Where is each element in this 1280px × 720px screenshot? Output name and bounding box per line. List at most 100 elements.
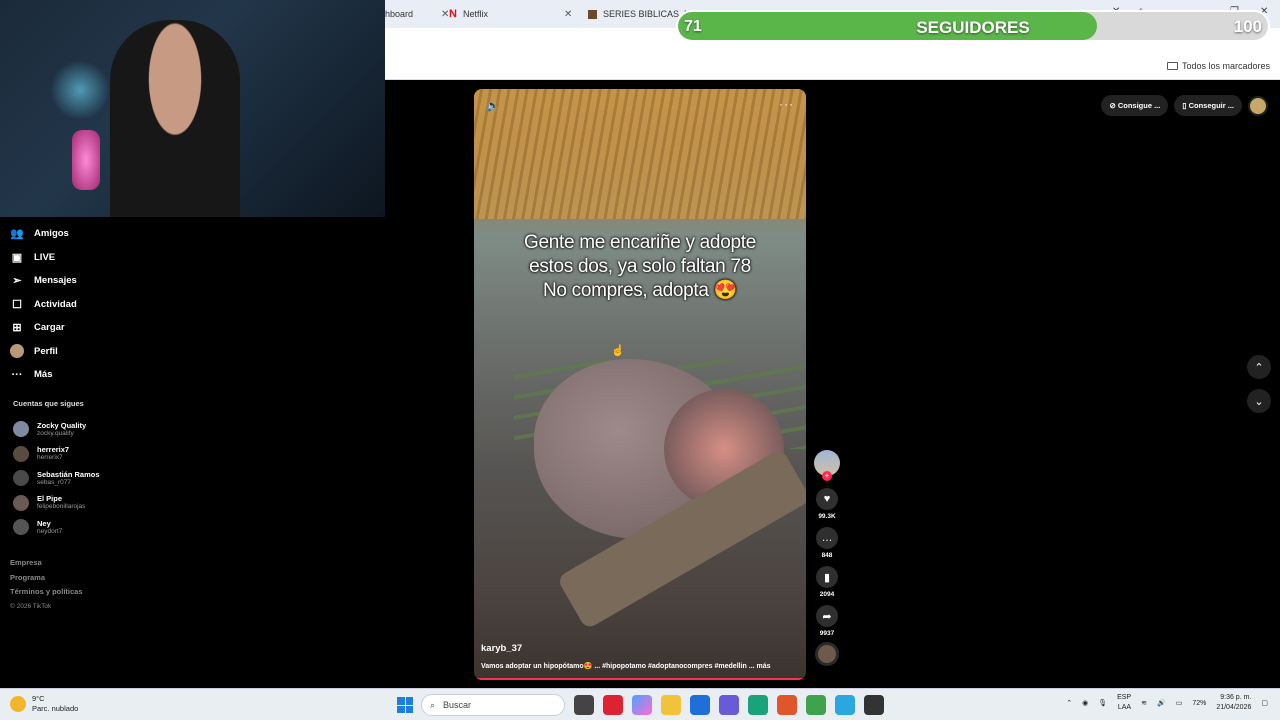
get-app-button[interactable]: ▯ Conseguir ... [1174, 95, 1242, 116]
sidebar-item-cargar[interactable]: ⊞ Cargar [10, 316, 370, 340]
messages-icon: ➢ [12, 275, 22, 288]
account-name: Sebastián Ramos [37, 469, 100, 479]
more-options-icon[interactable]: ··· [779, 97, 794, 111]
teams-icon[interactable] [719, 695, 739, 715]
footer-link-programa[interactable]: Programa [10, 571, 83, 586]
coins-label: Consigue ... [1117, 101, 1161, 110]
netflix-icon: N [449, 8, 457, 20]
series-icon [588, 9, 597, 19]
sidebar-item-mensajes[interactable]: ➢ Mensajes [10, 269, 370, 293]
music-disc-icon[interactable] [815, 642, 839, 666]
video-description[interactable]: Vamos adoptar un hipopótamo😍 ... #hipopo… [481, 662, 771, 670]
defender-icon[interactable] [690, 695, 710, 715]
clock-date: 21/04/2026 [1216, 704, 1252, 711]
video-username[interactable]: karyb_37 [481, 643, 522, 654]
sidebar-footer: Empresa Programa Términos y políticas © … [10, 556, 83, 614]
copyright-text: © 2026 TikTok [10, 602, 52, 610]
edge-icon[interactable] [748, 695, 768, 715]
account-handle: herrerix7 [37, 454, 63, 462]
avatar [13, 494, 29, 511]
battery-icon[interactable]: ▭ [1176, 699, 1183, 707]
list-item[interactable]: El Pipe felipebonillarojas [13, 491, 100, 516]
video-roof [474, 89, 806, 219]
search-icon: ⌕ [430, 699, 436, 710]
video-actions: + ♥ 99.3K … 848 ▮ 2094 ➦ 9937 [813, 450, 841, 666]
clock[interactable]: 9:36 p. m. 21/04/2026 [1216, 693, 1251, 713]
taskbar-search[interactable]: ⌕ Buscar [421, 694, 565, 716]
list-item[interactable]: Zocky Quality zocky.quality [13, 417, 100, 442]
comment-button[interactable]: … [816, 527, 838, 549]
avatar [13, 519, 29, 536]
share-button[interactable]: ➦ [816, 605, 838, 627]
creator-avatar[interactable]: + [814, 450, 840, 481]
volume-icon[interactable]: 🔈 [486, 99, 500, 112]
notifications-icon[interactable]: ▢ [1261, 699, 1268, 707]
wifi-icon[interactable]: ≋ [1141, 699, 1147, 707]
followers-goal: 100 [1233, 17, 1262, 36]
share-icon: ➦ [822, 610, 832, 623]
video-player[interactable]: 🔈 ··· Gente me encariñe y adopte estos d… [474, 89, 806, 680]
weather-widget[interactable]: 9°C Parc. nublado [10, 694, 78, 714]
bookmarks-bar: Todos los marcadores [385, 54, 1280, 80]
sidebar-item-amigos[interactable]: 👥 Amigos [10, 222, 370, 246]
next-video-button[interactable]: ⌄ [1247, 389, 1271, 413]
list-item[interactable]: herrerix7 herrerix7 [13, 442, 100, 467]
windows-start-icon[interactable] [397, 697, 413, 713]
list-item[interactable]: Sebastián Ramos sebas_r077 [13, 466, 100, 491]
like-count: 99.3K [818, 513, 836, 520]
weather-desc: Parc. nublado [32, 704, 79, 713]
footer-link-empresa[interactable]: Empresa [10, 556, 83, 571]
caption-line: estos dos, ya solo faltan 78 [529, 256, 751, 277]
app-l-icon[interactable] [603, 695, 623, 715]
user-avatar[interactable] [1248, 95, 1268, 116]
webcam-overlay [0, 0, 385, 217]
obs-icon[interactable] [864, 695, 884, 715]
bookmarks-label: Todos los marcadores [1181, 61, 1270, 71]
copilot-icon[interactable] [632, 695, 652, 715]
battery-percent: 72% [1192, 699, 1207, 707]
account-handle: sebas_r077 [37, 478, 71, 486]
chevron-up-icon: ⌃ [1254, 361, 1264, 374]
caption-line: No compres, adopta 😍 [542, 280, 738, 301]
chevron-up-icon[interactable]: ⌃ [1066, 699, 1072, 707]
previous-video-button[interactable]: ⌃ [1247, 355, 1271, 379]
get-coins-button[interactable]: ⊘ Consigue ... [1101, 95, 1169, 116]
taskbar-apps [574, 695, 884, 715]
follow-plus-icon[interactable]: + [822, 471, 832, 481]
heart-icon: ♥ [823, 493, 831, 505]
app-label: Conseguir ... [1188, 101, 1234, 110]
app-tray-icon[interactable]: ◉ [1082, 699, 1088, 707]
streamer-figure [110, 20, 240, 217]
list-item[interactable]: Ney neydort7 [13, 515, 100, 540]
tab-label: hboard [385, 9, 414, 19]
all-bookmarks-button[interactable]: Todos los marcadores [1166, 61, 1270, 71]
volume-icon[interactable]: 🔊 [1157, 699, 1166, 707]
following-list: Zocky Quality zocky.quality herrerix7 herr… [13, 417, 100, 540]
sidebar-item-label: Perfil [34, 345, 58, 357]
task-view-icon[interactable] [574, 695, 594, 715]
footer-link-terminos[interactable]: Términos y políticas [10, 585, 83, 600]
like-button[interactable]: ♥ [816, 488, 838, 510]
app-blue-icon[interactable] [835, 695, 855, 715]
language-indicator[interactable]: ESP LAA [1117, 693, 1131, 713]
sidebar-item-live[interactable]: ▣ LIVE [10, 246, 370, 270]
save-count: 2094 [819, 591, 835, 598]
chrome-icon[interactable] [806, 695, 826, 715]
sidebar-item-actividad[interactable]: ☐ Actividad [10, 293, 370, 317]
video-progress-bar[interactable] [474, 678, 806, 680]
sidebar-item-label: LIVE [34, 251, 56, 263]
account-handle: felipebonillarojas [37, 503, 86, 511]
caption-line: Gente me encariñe y adopte [524, 232, 756, 253]
sidebar-item-mas[interactable]: ··· Más [10, 363, 370, 387]
tab-dashboard[interactable]: hboard ✕ [385, 4, 449, 24]
mic-icon[interactable]: 🎙 [1098, 699, 1107, 707]
search-placeholder: Buscar [443, 700, 472, 710]
close-icon[interactable]: ✕ [564, 9, 572, 20]
app-orange-icon[interactable] [777, 695, 797, 715]
file-explorer-icon[interactable] [661, 695, 681, 715]
folder-icon [1166, 62, 1178, 70]
sidebar-item-perfil[interactable]: Perfil [10, 340, 370, 364]
save-button[interactable]: ▮ [816, 566, 838, 588]
account-name: herrerix7 [37, 445, 70, 455]
tab-netflix[interactable]: N Netflix ✕ [449, 4, 572, 24]
